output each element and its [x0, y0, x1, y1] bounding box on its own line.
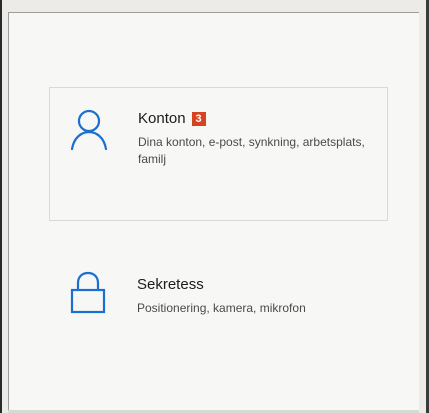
- tile-title-row: Konton 3: [138, 110, 378, 128]
- tile-description: Dina konton, e-post, synkning, arbetspla…: [138, 135, 365, 166]
- tile-text: Konton 3 Dina konton, e-post, synkning, …: [138, 110, 378, 168]
- tile-text: Sekretess Positionering, kamera, mikrofo…: [137, 276, 377, 317]
- settings-tile-sekretess[interactable]: Sekretess Positionering, kamera, mikrofo…: [49, 256, 388, 356]
- lock-icon: [69, 271, 107, 315]
- tile-title: Sekretess: [137, 276, 204, 293]
- notification-badge: 3: [191, 112, 206, 126]
- tile-title-row: Sekretess: [137, 276, 377, 294]
- tile-title: Konton: [138, 110, 186, 127]
- tile-description: Positionering, kamera, mikrofon: [137, 301, 306, 315]
- screenshot-photo-background: Konton 3 Dina konton, e-post, synkning, …: [2, 0, 427, 413]
- person-icon: [70, 107, 108, 151]
- settings-window: Konton 3 Dina konton, e-post, synkning, …: [8, 12, 419, 410]
- settings-tile-konton[interactable]: Konton 3 Dina konton, e-post, synkning, …: [49, 87, 388, 221]
